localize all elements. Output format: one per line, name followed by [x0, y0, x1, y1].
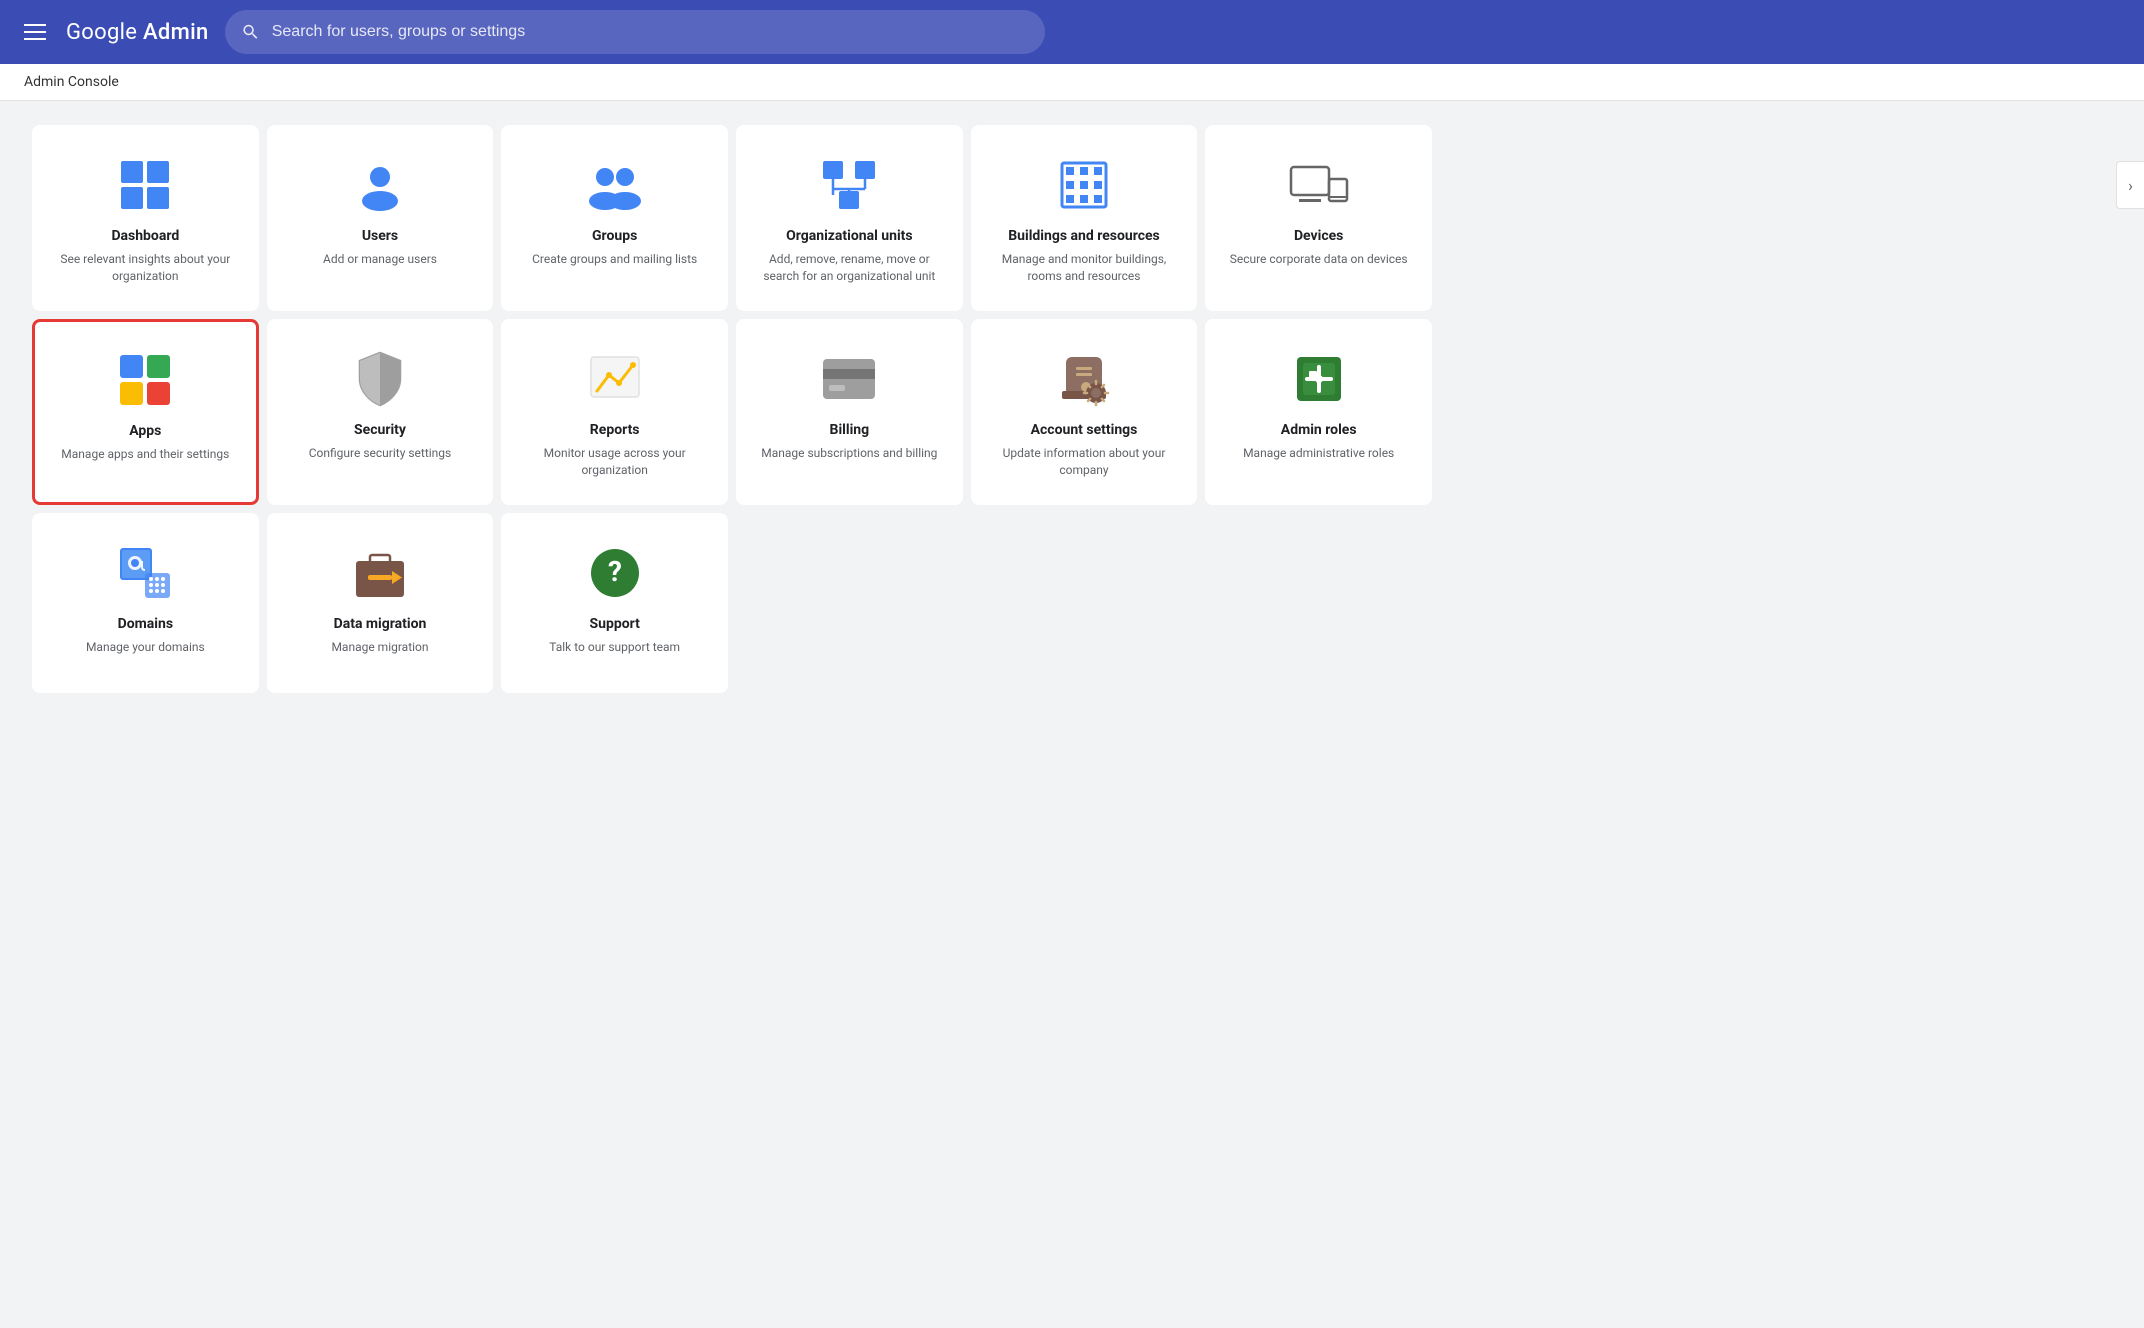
card-buildings-title: Buildings and resources	[1008, 227, 1160, 245]
card-data-migration-title: Data migration	[334, 615, 427, 633]
card-buildings-desc: Manage and monitor buildings, rooms and …	[989, 251, 1180, 285]
app-logo: Google Admin	[66, 20, 209, 45]
admin-roles-icon	[1289, 349, 1349, 409]
card-users-title: Users	[362, 227, 398, 245]
buildings-icon	[1054, 155, 1114, 215]
org-units-icon	[819, 155, 879, 215]
card-reports[interactable]: Reports Monitor usage across your organiz…	[501, 319, 728, 505]
card-account-settings-title: Account settings	[1031, 421, 1138, 439]
main-content: › Dashboard See relevant insights about y…	[0, 101, 2144, 717]
expand-panel-button[interactable]: ›	[2116, 161, 2144, 209]
card-account-settings[interactable]: Account settings Update information about…	[971, 319, 1198, 505]
card-domains-desc: Manage your domains	[86, 639, 205, 656]
breadcrumb: Admin Console	[0, 64, 2144, 101]
billing-icon	[819, 349, 879, 409]
card-security[interactable]: Security Configure security settings	[267, 319, 494, 505]
security-icon	[350, 349, 410, 409]
card-security-title: Security	[354, 421, 406, 439]
card-dashboard-title: Dashboard	[111, 227, 179, 245]
card-apps-title: Apps	[129, 422, 161, 440]
card-apps-desc: Manage apps and their settings	[61, 446, 229, 463]
account-settings-icon	[1054, 349, 1114, 409]
card-org-units[interactable]: Organizational units Add, remove, rename,…	[736, 125, 963, 311]
card-data-migration-desc: Manage migration	[331, 639, 428, 656]
dashboard-icon	[115, 155, 175, 215]
card-domains[interactable]: Domains Manage your domains	[32, 513, 259, 693]
users-icon	[350, 155, 410, 215]
devices-icon	[1289, 155, 1349, 215]
card-reports-desc: Monitor usage across your organization	[519, 445, 710, 479]
card-security-desc: Configure security settings	[309, 445, 451, 462]
card-groups[interactable]: Groups Create groups and mailing lists	[501, 125, 728, 311]
card-devices-desc: Secure corporate data on devices	[1230, 251, 1408, 268]
reports-icon	[585, 349, 645, 409]
card-admin-roles-title: Admin roles	[1281, 421, 1357, 439]
search-input[interactable]	[272, 23, 1029, 41]
card-org-units-desc: Add, remove, rename, move or search for …	[754, 251, 945, 285]
card-groups-title: Groups	[592, 227, 637, 245]
card-users[interactable]: Users Add or manage users	[267, 125, 494, 311]
card-data-migration[interactable]: Data migration Manage migration	[267, 513, 494, 693]
support-icon: ?	[585, 543, 645, 603]
app-header: Google Admin	[0, 0, 2144, 64]
card-org-units-title: Organizational units	[786, 227, 913, 245]
search-bar	[225, 10, 1045, 54]
card-users-desc: Add or manage users	[323, 251, 437, 268]
groups-icon	[585, 155, 645, 215]
data-migration-icon	[350, 543, 410, 603]
card-domains-title: Domains	[118, 615, 173, 633]
card-billing[interactable]: Billing Manage subscriptions and billing	[736, 319, 963, 505]
apps-icon	[115, 350, 175, 410]
card-buildings[interactable]: Buildings and resources Manage and monito…	[971, 125, 1198, 311]
card-support-desc: Talk to our support team	[549, 639, 680, 656]
hamburger-menu-icon[interactable]	[20, 20, 50, 44]
card-reports-title: Reports	[590, 421, 640, 439]
card-billing-desc: Manage subscriptions and billing	[761, 445, 937, 462]
card-admin-roles-desc: Manage administrative roles	[1243, 445, 1394, 462]
card-devices[interactable]: Devices Secure corporate data on devices	[1205, 125, 1432, 311]
card-groups-desc: Create groups and mailing lists	[532, 251, 697, 268]
card-apps[interactable]: Apps Manage apps and their settings	[32, 319, 259, 505]
card-admin-roles[interactable]: Admin roles Manage administrative roles	[1205, 319, 1432, 505]
card-account-settings-desc: Update information about your company	[989, 445, 1180, 479]
svg-text:?: ?	[608, 555, 622, 588]
domains-icon	[115, 543, 175, 603]
card-billing-title: Billing	[830, 421, 870, 439]
card-support-title: Support	[590, 615, 640, 633]
card-dashboard-desc: See relevant insights about your organiz…	[50, 251, 241, 285]
cards-grid: Dashboard See relevant insights about you…	[32, 125, 1432, 693]
card-dashboard[interactable]: Dashboard See relevant insights about you…	[32, 125, 259, 311]
card-devices-title: Devices	[1294, 227, 1343, 245]
card-support[interactable]: ? Support Talk to our support team	[501, 513, 728, 693]
search-icon	[241, 22, 260, 42]
